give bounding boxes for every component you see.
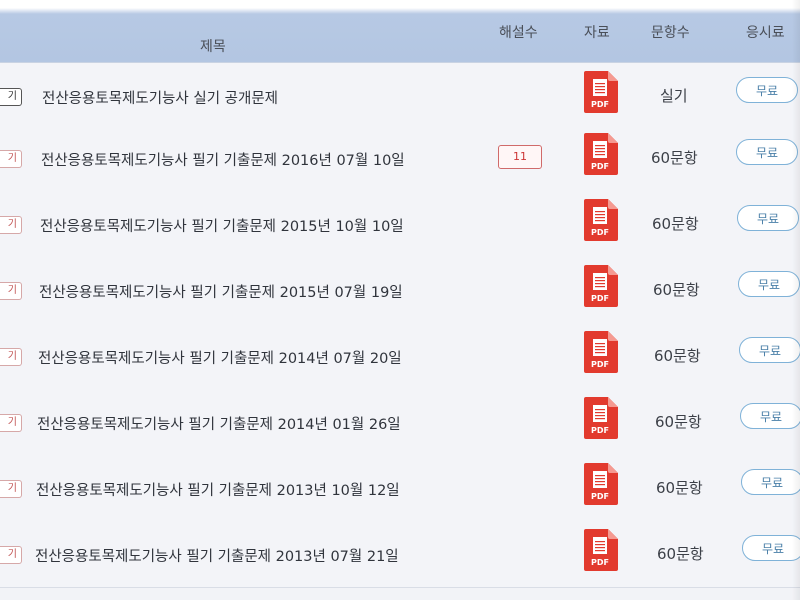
table-row[interactable]: 기 전산응용토목제도기능사 필기 기출문제 2015년 10월 10일 PDF 60문… [0,191,800,258]
free-exam-button[interactable]: 무료 [736,139,798,165]
exam-type-tag: 기 [0,546,22,564]
free-exam-button[interactable]: 무료 [740,403,800,429]
header-fee: 응시료 [746,25,785,41]
question-count: 60문항 [651,149,698,167]
exam-type-tag: 기 [0,414,22,432]
pdf-icon-label: PDF [591,558,609,567]
table-row[interactable]: 기 전산응용토목제도기능사 필기 기출문제 2016년 07월 10일 11 PDF 6… [0,125,800,192]
screen-edge-shade [792,0,800,600]
pdf-file-icon[interactable]: PDF [584,133,618,175]
question-count: 60문항 [657,545,704,563]
header-material: 자료 [584,25,610,41]
header-questions: 문항수 [651,25,690,41]
pdf-file-icon[interactable]: PDF [584,463,618,505]
question-count: 60문항 [652,215,699,233]
exam-title-link[interactable]: 전산응용토목제도기능사 필기 기출문제 2014년 01월 26일 [37,413,401,434]
pdf-file-icon[interactable]: PDF [584,71,618,113]
pdf-file-icon[interactable]: PDF [584,265,618,307]
free-exam-button[interactable]: 무료 [738,271,800,297]
pdf-icon-label: PDF [591,426,609,435]
header-title: 제목 [200,39,226,55]
pdf-icon-label: PDF [591,228,609,237]
pdf-icon-label: PDF [591,294,609,303]
table-header: 제목 해설수 자료 문항수 응시료 [0,0,800,63]
table-row[interactable]: 기 전산응용토목제도기능사 필기 기출문제 2013년 07월 21일 PDF 60문… [0,521,800,588]
exam-list-table: 제목 해설수 자료 문항수 응시료 기 전산응용토목제도기능사 실기 공개문제 PD… [0,0,800,600]
table-row[interactable]: 기 전산응용토목제도기능사 필기 기출문제 2015년 07월 19일 PDF 60문… [0,257,800,324]
table-row[interactable]: 기 전산응용토목제도기능사 필기 기출문제 2014년 07월 20일 PDF 60문… [0,323,800,390]
question-count: 60문항 [656,479,703,497]
pdf-file-icon[interactable]: PDF [584,199,618,241]
pdf-icon-label: PDF [591,100,609,109]
table-row[interactable]: 기 전산응용토목제도기능사 필기 기출문제 2014년 01월 26일 PDF 60문… [0,389,800,456]
question-count: 실기 [660,87,688,105]
exam-title-link[interactable]: 전산응용토목제도기능사 필기 기출문제 2015년 10월 10일 [40,215,404,236]
exam-title-link[interactable]: 전산응용토목제도기능사 필기 기출문제 2015년 07월 19일 [39,281,403,302]
free-exam-button[interactable]: 무료 [739,337,800,363]
table-row[interactable]: 기 전산응용토목제도기능사 필기 기출문제 2013년 10월 12일 PDF 60문… [0,455,800,522]
exam-type-tag: 기 [0,348,22,366]
exam-type-tag: 기 [0,150,22,168]
question-count: 60문항 [655,413,702,431]
free-exam-button[interactable]: 무료 [736,77,798,103]
pdf-icon-label: PDF [591,360,609,369]
exam-type-tag: 기 [0,282,22,300]
question-count: 60문항 [654,347,701,365]
exam-title-link[interactable]: 전산응용토목제도기능사 실기 공개문제 [42,87,278,108]
exam-type-tag: 기 [0,88,22,106]
exam-title-link[interactable]: 전산응용토목제도기능사 필기 기출문제 2014년 07월 20일 [38,347,402,368]
pdf-icon-label: PDF [591,492,609,501]
free-exam-button[interactable]: 무료 [737,205,799,231]
exam-title-link[interactable]: 전산응용토목제도기능사 필기 기출문제 2016년 07월 10일 [41,149,405,170]
exam-type-tag: 기 [0,216,22,234]
pdf-file-icon[interactable]: PDF [584,397,618,439]
exam-title-link[interactable]: 전산응용토목제도기능사 필기 기출문제 2013년 10월 12일 [36,479,400,500]
exam-title-link[interactable]: 전산응용토목제도기능사 필기 기출문제 2013년 07월 21일 [35,545,399,566]
pdf-file-icon[interactable]: PDF [584,331,618,373]
table-row[interactable]: 기 전산응용토목제도기능사 실기 공개문제 PDF 실기 무료 [0,63,800,130]
pdf-icon-label: PDF [591,162,609,171]
explanation-count-badge[interactable]: 11 [498,145,542,169]
header-explanations: 해설수 [499,25,538,41]
question-count: 60문항 [653,281,700,299]
exam-type-tag: 기 [0,480,22,498]
pdf-file-icon[interactable]: PDF [584,529,618,571]
